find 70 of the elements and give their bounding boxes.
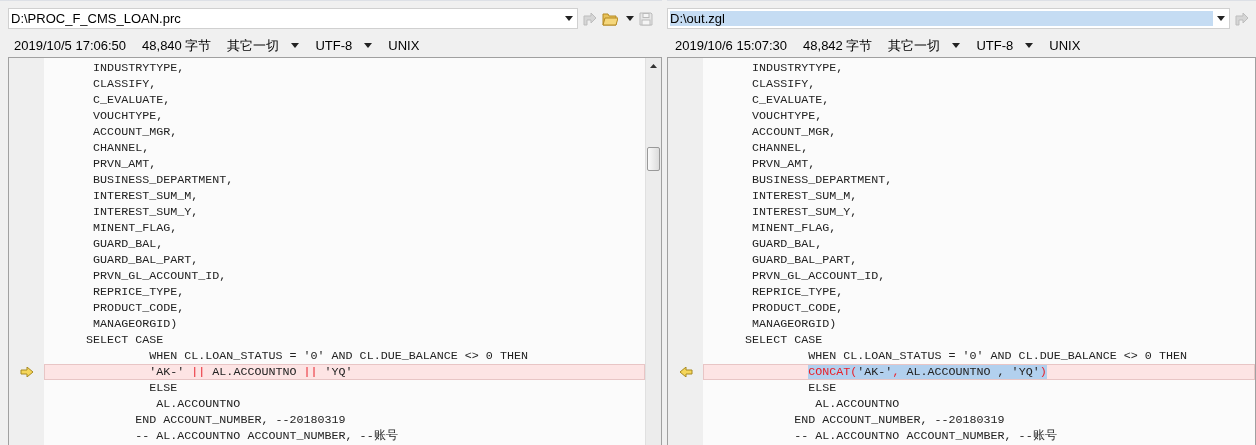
code-line: SELECT CASE: [85, 332, 165, 348]
code-line: VOUCHTYPE,: [751, 108, 824, 124]
code-line: BUSINESS_DEPARTMENT,: [92, 172, 235, 188]
caret-icon[interactable]: [626, 16, 634, 21]
code-line: PRVN_GL_ACCOUNT_ID,: [92, 268, 228, 284]
file-size: 48,842 字节: [803, 36, 873, 55]
caret-icon[interactable]: [291, 43, 300, 48]
encoding-dropdown[interactable]: UTF-8: [976, 38, 1034, 53]
code-line: WHEN CL.LOAN_STATUS = '0' AND CL.DUE_BALANCE <> 0 THEN: [148, 348, 529, 364]
code-line: SELECT CASE: [744, 332, 824, 348]
line-ending-label: UNIX: [1049, 38, 1081, 53]
code-line: REPRICE_TYPE,: [751, 284, 845, 300]
code-line: MANAGEORGID): [751, 316, 838, 332]
code-line: PRVN_GL_ACCOUNT_ID,: [751, 268, 887, 284]
code-line: CHANNEL,: [92, 140, 151, 156]
code-line: CLASSIFY,: [92, 76, 158, 92]
code-line: END ACCOUNT_NUMBER, --20180319: [134, 412, 347, 428]
encoding-dropdown[interactable]: UTF-8: [315, 38, 373, 53]
code-line: C_EVALUATE,: [92, 92, 172, 108]
code-line: INTEREST_SUM_Y,: [751, 204, 859, 220]
code-line: C_EVALUATE,: [751, 92, 831, 108]
code-line: INDUSTRYTYPE,: [751, 60, 845, 76]
file-size: 48,840 字节: [142, 36, 212, 55]
code-editor[interactable]: [8, 57, 662, 445]
code-line: -- AL.ACCOUNTNO ACCOUNT_NUMBER, --账号: [134, 428, 399, 444]
code-editor[interactable]: [667, 57, 1256, 445]
path-combobox[interactable]: D:\PROC_F_CMS_LOAN.prc: [8, 8, 578, 29]
code-line: CHANNEL,: [751, 140, 810, 156]
code-line: GUARD_BAL_PART,: [92, 252, 200, 268]
code-line: END ACCOUNT_NUMBER, --20180319: [793, 412, 1006, 428]
code-line: MINENT_FLAG,: [751, 220, 838, 236]
code-line: GUARD_BAL,: [751, 236, 824, 252]
code-line: INTEREST_SUM_Y,: [92, 204, 200, 220]
scrollbar[interactable]: [645, 58, 661, 445]
code-line: BUSINESS_DEPARTMENT,: [751, 172, 894, 188]
code-line: VOUCHTYPE,: [92, 108, 165, 124]
code-line: ELSE: [807, 380, 838, 396]
line-ending-label: UNIX: [388, 38, 420, 53]
code-line: INDUSTRYTYPE,: [92, 60, 186, 76]
caret-icon[interactable]: [364, 43, 373, 48]
code-line: AL.ACCOUNTNO: [814, 396, 901, 412]
path-combobox[interactable]: D:\out.zgl: [667, 8, 1230, 29]
filter-dropdown[interactable]: 其它一切: [888, 36, 961, 55]
code-line: PRVN_AMT,: [751, 156, 817, 172]
code-line: MANAGEORGID): [92, 316, 179, 332]
scroll-thumb[interactable]: [647, 147, 660, 171]
code-line: PRODUCT_CODE,: [751, 300, 845, 316]
caret-icon[interactable]: [952, 43, 961, 48]
modified-time: 2019/10/6 15:07:30: [675, 38, 788, 53]
code-line: ELSE: [148, 380, 179, 396]
code-line: REPRICE_TYPE,: [92, 284, 186, 300]
code-line: GUARD_BAL,: [92, 236, 165, 252]
code-line: -- AL.ACCOUNTNO ACCOUNT_NUMBER, --账号: [793, 428, 1058, 444]
code-line: ACCOUNT_MGR,: [92, 124, 179, 140]
code-line: CLASSIFY,: [751, 76, 817, 92]
code-line: INTEREST_SUM_M,: [751, 188, 859, 204]
code-line: PRVN_AMT,: [92, 156, 158, 172]
code-line: AL.ACCOUNTNO: [155, 396, 242, 412]
modified-time: 2019/10/5 17:06:50: [14, 38, 127, 53]
code-line: INTEREST_SUM_M,: [92, 188, 200, 204]
scroll-up-icon[interactable]: [650, 64, 657, 68]
code-line: PRODUCT_CODE,: [92, 300, 186, 316]
caret-icon[interactable]: [1217, 16, 1225, 21]
caret-icon[interactable]: [1025, 43, 1034, 48]
filter-dropdown[interactable]: 其它一切: [227, 36, 300, 55]
code-line: GUARD_BAL_PART,: [751, 252, 859, 268]
code-line: ACCOUNT_MGR,: [751, 124, 838, 140]
caret-icon[interactable]: [565, 16, 573, 21]
code-line: MINENT_FLAG,: [92, 220, 179, 236]
code-line: WHEN CL.LOAN_STATUS = '0' AND CL.DUE_BALANCE <> 0 THEN: [807, 348, 1188, 364]
